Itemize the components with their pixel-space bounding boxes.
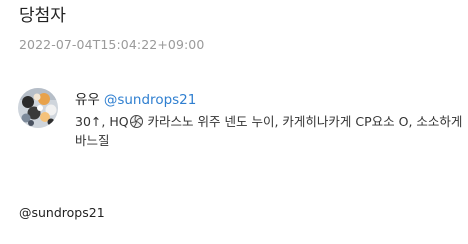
- entry-header: 유우 @sundrops21: [75, 91, 465, 109]
- volleyball-icon: [129, 115, 143, 128]
- entry-text-before-icon: 30↑, HQ: [75, 114, 129, 129]
- entry-description: 30↑, HQ 카라스노 위주 넨도 누이, 카게히나카게 CP요소 O, 소소…: [75, 112, 465, 150]
- user-name: 유우: [75, 92, 100, 108]
- user-handle-link[interactable]: @sundrops21: [104, 92, 197, 108]
- entry-body: 유우 @sundrops21 30↑, HQ 카라스노 위주 넨도 누이, 카게히…: [75, 91, 465, 150]
- timestamp: 2022-07-04T15:04:22+09:00: [19, 37, 205, 52]
- avatar[interactable]: [18, 88, 58, 128]
- page-title: 당첨자: [19, 6, 66, 26]
- footer-handle: @sundrops21: [19, 205, 105, 220]
